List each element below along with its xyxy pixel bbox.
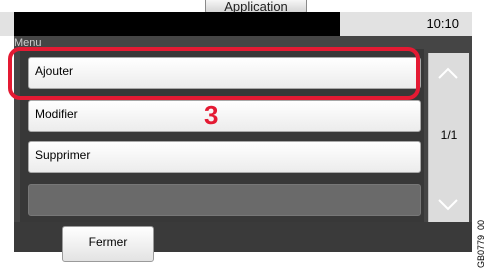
scroll-down-button[interactable] — [433, 189, 463, 219]
menu-item-label: Supprimer — [35, 148, 91, 162]
status-message-area — [14, 12, 340, 36]
scrollbar: 1/1 — [428, 53, 469, 225]
menu-item-label: Modifier — [35, 107, 78, 121]
step-highlight — [8, 47, 420, 100]
document-code: GB0779_00 — [476, 219, 485, 268]
menu-item-modifier[interactable]: Modifier — [28, 100, 421, 132]
menu-item-empty — [28, 184, 421, 216]
chevron-up-icon — [438, 67, 458, 79]
scroll-up-button[interactable] — [433, 59, 463, 89]
chevron-down-icon — [438, 199, 458, 211]
step-number: 3 — [204, 100, 219, 130]
page-indicator: 1/1 — [440, 128, 458, 142]
close-button[interactable]: Fermer — [62, 226, 154, 262]
footer-bar: Fermer — [14, 222, 472, 262]
clock: 10:10 — [426, 16, 459, 31]
menu-item-supprimer[interactable]: Supprimer — [28, 141, 421, 173]
